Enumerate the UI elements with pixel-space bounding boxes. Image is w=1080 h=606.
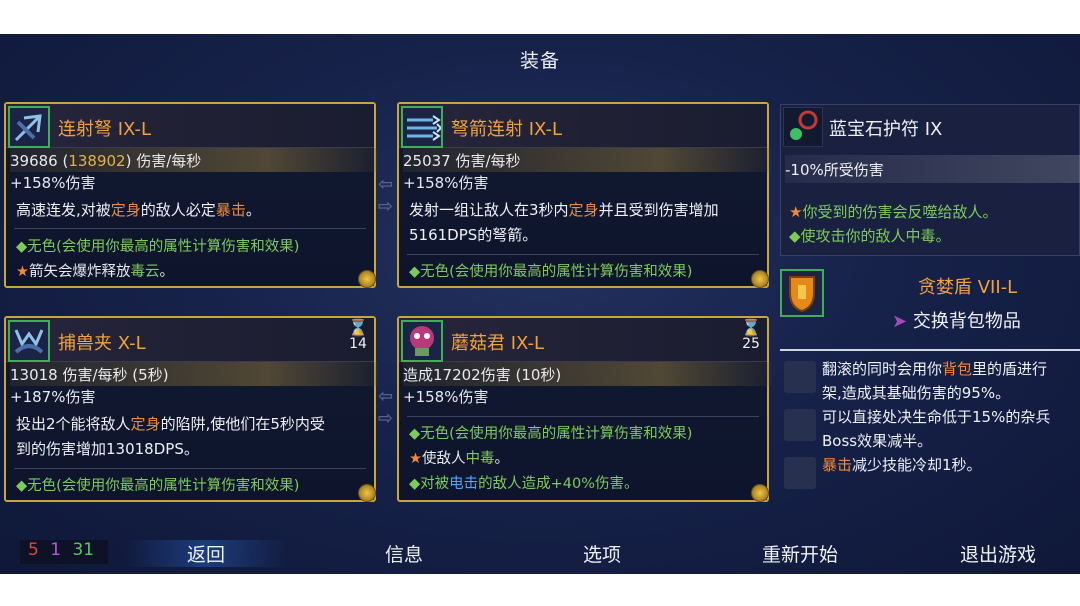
swap-right-icon[interactable]: ⇨ xyxy=(378,408,393,429)
divider xyxy=(14,228,366,229)
amulet-perk: ★你受到的伤害会反噬给敌人。 xyxy=(789,203,998,221)
weapon-dps: 39686 (138902) 伤害/每秒 xyxy=(10,148,378,172)
gold-coin-icon xyxy=(751,484,769,502)
restart-button[interactable]: 重新开始 xyxy=(720,540,880,567)
swap-left-icon[interactable]: ⇦ xyxy=(378,174,393,195)
skill-name: 捕兽夹 X-L xyxy=(58,333,146,354)
weapon-card-repeater-crossbow[interactable]: 连射弩 IX-L 39686 (138902) 伤害/每秒 +158%伤害 高速… xyxy=(4,102,378,288)
weapon-description: 发射一组让敌人在3秒内定身并且受到伤害增加 5161DPS的弩箭。 xyxy=(409,201,719,244)
dodge-roll-icon xyxy=(784,361,816,393)
critical-hit-icon xyxy=(784,457,816,489)
amulet-stat: -10%所受伤害 xyxy=(785,155,1080,183)
swap-left-icon[interactable]: ⇦ xyxy=(378,386,393,407)
weapon-damage-bonus: +158%伤害 xyxy=(10,174,96,192)
star-icon: ★ xyxy=(789,203,803,221)
hourglass-icon: ⌛ xyxy=(741,318,761,337)
perk-line: ◆对被电击的敌人造成+40%伤害。 xyxy=(409,476,639,492)
skill-card-mushroom-boi[interactable]: 蘑菇君 IX-L ⌛ 25 造成17202伤害 (10秒) +158%伤害 ◆无色… xyxy=(397,316,771,502)
skill-dps: 13018 伤害/每秒 (5秒) xyxy=(10,362,378,386)
star-icon: ★ xyxy=(16,264,29,280)
weapon-damage-bonus: +158%伤害 xyxy=(403,174,489,192)
backpack-swap-icon: ➤ xyxy=(892,311,908,332)
weapon-name: 连射弩 IX-L xyxy=(58,119,151,140)
swap-backpack-button[interactable]: ➤ 交换背包物品 xyxy=(892,307,1021,333)
skill-name: 蘑菇君 IX-L xyxy=(451,333,544,354)
game-screen: 装备 连射弩 IX-L 39686 (138902) 伤害/每秒 +158%伤害… xyxy=(0,34,1080,574)
skill-description: 投出2个能将敌人定身的陷阱,使他们在5秒内受 到的伤害增加13018DPS。 xyxy=(16,415,325,458)
swap-right-icon[interactable]: ⇨ xyxy=(378,196,393,217)
colorless-line: ◆无色(会使用你最高的属性计算伤害和效果) xyxy=(409,264,693,280)
divider xyxy=(14,468,366,469)
cooldown: ⌛ 14 xyxy=(348,318,368,353)
survival-count: 31 xyxy=(72,540,95,560)
divider xyxy=(407,254,759,255)
colorless-line: ◆无色(会使用你最高的属性计算伤害和效果) xyxy=(16,478,300,494)
shield-icon xyxy=(780,269,824,317)
crossbow-icon xyxy=(8,106,50,148)
cooldown: ⌛ 25 xyxy=(741,318,761,353)
colorless-line: ◆无色(会使用你最高的属性计算伤害和效果) xyxy=(409,426,693,442)
brutality-count: 5 xyxy=(28,540,39,560)
shield-name: 贪婪盾 VII-L xyxy=(918,277,1018,298)
divider xyxy=(407,416,759,417)
skill-damage: 造成17202伤害 (10秒) xyxy=(403,362,771,386)
gold-coin-icon xyxy=(358,270,376,288)
skill-damage-bonus: +187%伤害 xyxy=(10,388,96,406)
back-button[interactable]: 返回 xyxy=(126,540,286,567)
quit-game-button[interactable]: 退出游戏 xyxy=(918,540,1078,567)
scroll-counter: 5 1 31 xyxy=(20,540,108,564)
mushroom-pet-icon xyxy=(401,320,443,362)
amulet-name: 蓝宝石护符 IX xyxy=(829,119,943,140)
page-title: 装备 xyxy=(519,50,560,72)
gold-coin-icon xyxy=(358,484,376,502)
info-button[interactable]: 信息 xyxy=(324,540,484,567)
bottom-menu-bar: 5 1 31 返回 信息 选项 重新开始 退出游戏 xyxy=(0,534,1080,574)
bolt-barrage-icon xyxy=(401,106,443,148)
shield-card[interactable]: 贪婪盾 VII-L ➤ 交换背包物品 翻滚的同时会用你背包里的盾进行 架,造成其基… xyxy=(780,269,1080,499)
perk-line: ★箭矢会爆炸释放毒云。 xyxy=(16,264,174,280)
weapon-dps: 25037 伤害/每秒 xyxy=(403,148,771,172)
skill-damage-bonus: +158%伤害 xyxy=(403,388,489,406)
perk-line: ★使敌人中毒。 xyxy=(409,451,509,467)
amulet-card[interactable]: 蓝宝石护符 IX -10%所受伤害 ★你受到的伤害会反噬给敌人。 ◆使攻击你的敌… xyxy=(780,104,1080,256)
gold-coin-icon xyxy=(751,270,769,288)
execute-icon xyxy=(784,409,816,441)
amulet-perk: ◆使攻击你的敌人中毒。 xyxy=(789,227,951,245)
weapon-card-crossbow-barrage[interactable]: 弩箭连射 IX-L 25037 伤害/每秒 +158%伤害 发射一组让敌人在3秒… xyxy=(397,102,771,288)
colorless-line: ◆无色(会使用你最高的属性计算伤害和效果) xyxy=(16,239,300,255)
bear-trap-icon xyxy=(8,320,50,362)
amulet-icon xyxy=(783,107,823,147)
hourglass-icon: ⌛ xyxy=(348,318,368,337)
skill-card-wolf-trap[interactable]: 捕兽夹 X-L ⌛ 14 13018 伤害/每秒 (5秒) +187%伤害 投出2… xyxy=(4,316,378,502)
divider xyxy=(780,349,1080,351)
star-icon: ★ xyxy=(409,451,422,467)
weapon-name: 弩箭连射 IX-L xyxy=(451,119,562,140)
tactics-count: 1 xyxy=(50,540,62,560)
weapon-description: 高速连发,对被定身的敌人必定暴击。 xyxy=(16,201,261,219)
options-button[interactable]: 选项 xyxy=(522,540,682,567)
